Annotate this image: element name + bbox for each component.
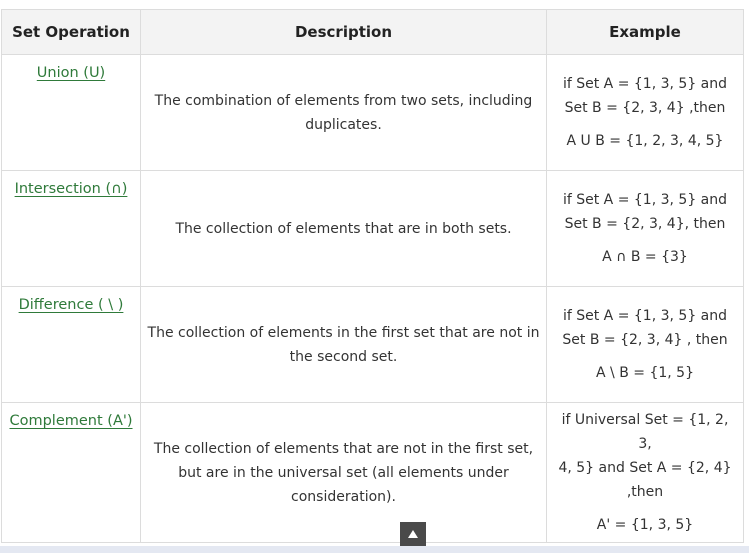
- intersection-link[interactable]: Intersection (∩): [15, 181, 128, 197]
- set-operations-table: Set Operation Description Example Union …: [1, 9, 744, 543]
- example-line: Set B = {2, 3, 4}, then: [564, 216, 726, 232]
- scroll-to-top-button[interactable]: [400, 522, 426, 546]
- bottom-bar: [0, 546, 749, 553]
- example-line: if Set A = {1, 3, 5} and: [562, 192, 728, 208]
- description-cell: The collection of elements in the first …: [140, 286, 547, 403]
- example-line: if Set A = {1, 3, 5} and: [562, 76, 728, 92]
- example-result: A \ B = {1, 5}: [596, 365, 694, 381]
- difference-link[interactable]: Difference ( \ ): [19, 297, 124, 313]
- complement-link[interactable]: Complement (A'): [9, 413, 132, 429]
- example-result: A ∩ B = {3}: [602, 249, 688, 265]
- operation-cell: Difference ( \ ): [1, 286, 141, 403]
- example-cell: if Set A = {1, 3, 5} and Set B = {2, 3, …: [546, 286, 744, 403]
- description-cell: The combination of elements from two set…: [140, 54, 547, 171]
- example-result: A U B = {1, 2, 3, 4, 5}: [566, 133, 724, 149]
- table-header-row: Set Operation Description Example: [1, 9, 744, 55]
- table-row-intersection: Intersection (∩) The collection of eleme…: [1, 170, 744, 287]
- operation-cell: Union (U): [1, 54, 141, 171]
- description-cell: The collection of elements that are not …: [140, 402, 547, 543]
- header-example: Example: [546, 9, 744, 55]
- example-line: if Set A = {1, 3, 5} and: [562, 308, 728, 324]
- example-line: Set B = {2, 3, 4} ,then: [564, 100, 726, 116]
- header-set-operation: Set Operation: [1, 9, 141, 55]
- operation-cell: Intersection (∩): [1, 170, 141, 287]
- example-line: Set B = {2, 3, 4} , then: [562, 332, 728, 348]
- header-description: Description: [140, 9, 547, 55]
- table-row-complement: Complement (A') The collection of elemen…: [1, 402, 744, 543]
- triangle-up-icon: [408, 530, 418, 538]
- table-row-union: Union (U) The combination of elements fr…: [1, 54, 744, 171]
- example-line: 4, 5} and Set A = {2, 4}: [558, 460, 732, 476]
- description-cell: The collection of elements that are in b…: [140, 170, 547, 287]
- example-result: A' = {1, 3, 5}: [596, 517, 694, 533]
- example-line: if Universal Set = {1, 2, 3,: [561, 412, 729, 452]
- table-row-difference: Difference ( \ ) The collection of eleme…: [1, 286, 744, 403]
- example-cell: if Set A = {1, 3, 5} and Set B = {2, 3, …: [546, 170, 744, 287]
- example-line: ,then: [626, 484, 664, 500]
- union-link[interactable]: Union (U): [37, 65, 105, 81]
- example-cell: if Universal Set = {1, 2, 3, 4, 5} and S…: [546, 402, 744, 543]
- operation-cell: Complement (A'): [1, 402, 141, 543]
- example-cell: if Set A = {1, 3, 5} and Set B = {2, 3, …: [546, 54, 744, 171]
